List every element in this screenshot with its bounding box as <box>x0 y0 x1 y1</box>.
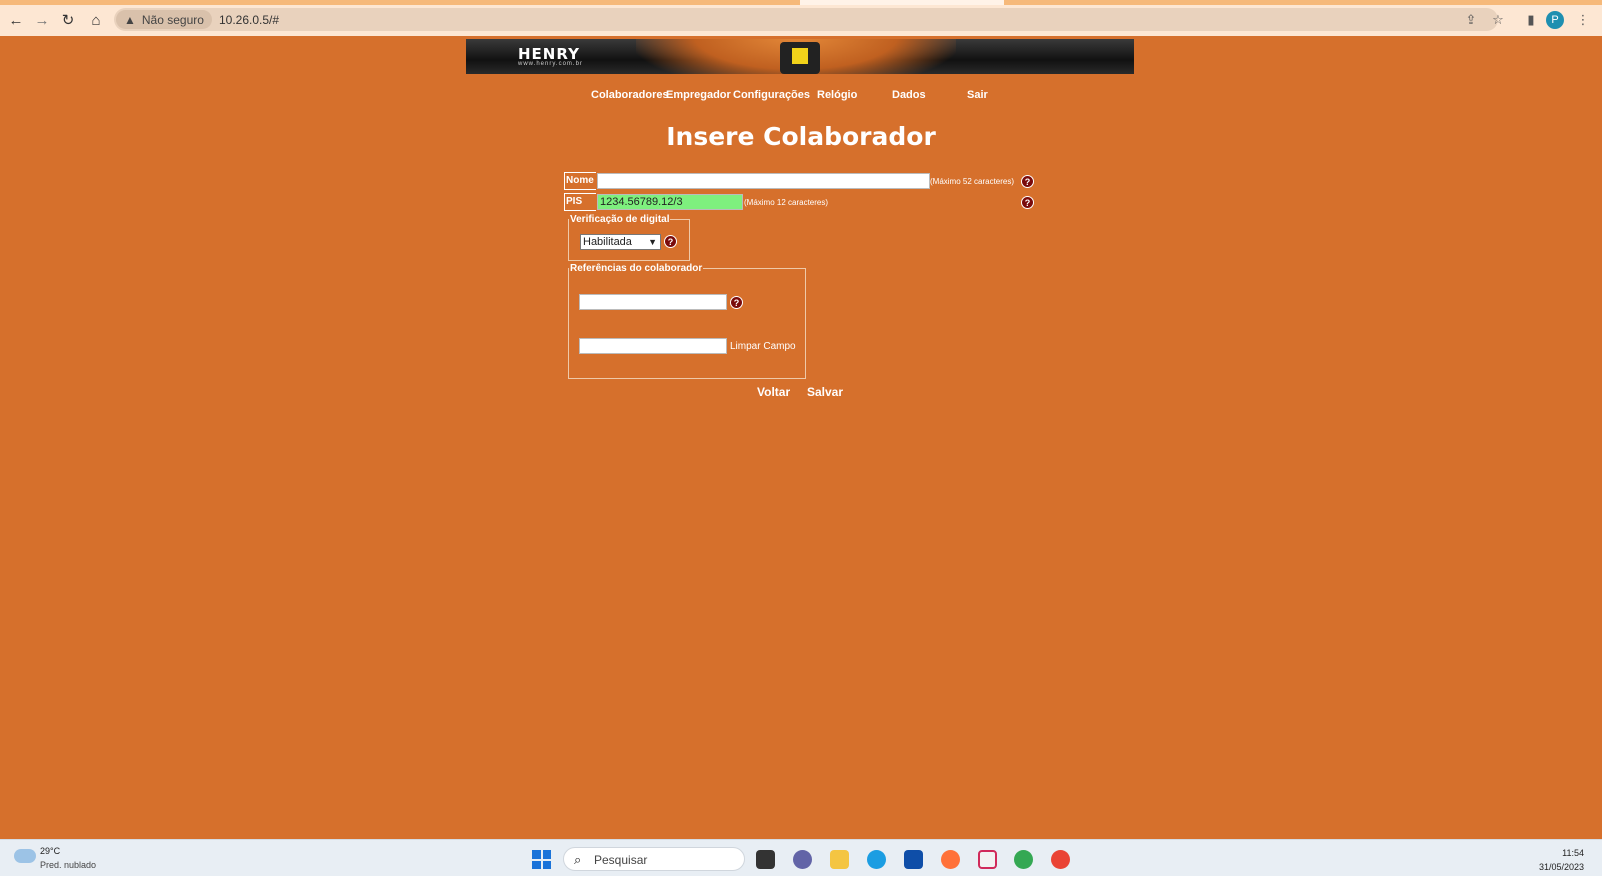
warning-icon: ▲ <box>124 12 136 27</box>
browser-toolbar: ← → ↻ ⌂ ▲ Não seguro 10.26.0.5/# ⇪ ☆ ▮ P… <box>0 0 1602 36</box>
referencia-input-1[interactable] <box>579 294 727 310</box>
reload-icon[interactable]: ↻ <box>58 10 78 30</box>
menu-colaboradores[interactable]: Colaboradores <box>591 89 669 101</box>
menu-dots-icon[interactable]: ⋮ <box>1574 11 1592 29</box>
weather-temp[interactable]: 29°C <box>40 846 60 856</box>
edge-icon[interactable] <box>867 850 886 869</box>
system-clock[interactable]: 11:54 31/05/2023 <box>1510 846 1584 874</box>
referencias-legend: Referências do colaborador <box>570 263 703 274</box>
pis-input[interactable] <box>597 194 743 210</box>
nome-help-icon[interactable]: ? <box>1021 175 1034 188</box>
star-icon[interactable]: ☆ <box>1489 11 1507 29</box>
chevron-down-icon: ▼ <box>648 237 657 247</box>
search-placeholder: Pesquisar <box>594 853 648 867</box>
referencia-help-icon[interactable]: ? <box>730 296 743 309</box>
snipping-tool-icon[interactable] <box>978 850 997 869</box>
security-chip[interactable]: ▲ Não seguro <box>116 10 212 29</box>
clock-date: 31/05/2023 <box>1538 862 1584 872</box>
referencias-fieldset: Referências do colaborador <box>568 263 806 379</box>
limpar-campo-link[interactable]: Limpar Campo <box>730 341 796 352</box>
share-icon[interactable]: ⇪ <box>1462 11 1480 29</box>
forward-arrow-icon[interactable]: → <box>32 10 52 30</box>
url-text[interactable]: 10.26.0.5/# <box>219 13 279 27</box>
pis-help-icon[interactable]: ? <box>1021 196 1034 209</box>
weather-desc[interactable]: Pred. nublado <box>40 860 96 870</box>
task-view-icon[interactable] <box>756 850 775 869</box>
verificacao-legend: Verificação de digital <box>570 214 670 225</box>
verificacao-selected: Habilitada <box>583 236 632 248</box>
pis-label: PIS <box>564 193 596 211</box>
taskbar-search[interactable]: ⌕ Pesquisar <box>563 847 745 871</box>
active-tab[interactable] <box>800 0 1004 5</box>
side-panel-icon[interactable]: ▮ <box>1522 11 1540 29</box>
device-image <box>780 42 820 74</box>
referencia-input-2[interactable] <box>579 338 727 354</box>
store-icon[interactable] <box>904 850 923 869</box>
nome-label: Nome <box>564 172 596 190</box>
windows-start-icon[interactable] <box>532 850 551 869</box>
teams-icon[interactable] <box>793 850 812 869</box>
profile-avatar[interactable]: P <box>1546 11 1564 29</box>
nome-input[interactable] <box>597 173 930 189</box>
menu-sair[interactable]: Sair <box>967 89 988 101</box>
verificacao-help-icon[interactable]: ? <box>664 235 677 248</box>
chrome-icon[interactable] <box>1014 850 1033 869</box>
page-title: Insere Colaborador <box>666 122 936 151</box>
menu-configuracoes[interactable]: Configurações <box>733 89 810 101</box>
firefox-icon[interactable] <box>941 850 960 869</box>
verificacao-select[interactable]: Habilitada ▼ <box>580 234 661 250</box>
file-explorer-icon[interactable] <box>830 850 849 869</box>
chrome-profile-icon[interactable] <box>1051 850 1070 869</box>
henry-site: www.henry.com.br <box>518 61 583 67</box>
main-menu: Colaboradores Empregador Configurações R… <box>585 89 995 105</box>
salvar-button[interactable]: Salvar <box>807 385 843 399</box>
voltar-button[interactable]: Voltar <box>757 385 790 399</box>
cloud-icon[interactable] <box>14 849 36 863</box>
menu-dados[interactable]: Dados <box>892 89 926 101</box>
search-icon: ⌕ <box>574 852 582 867</box>
clock-time: 11:54 <box>1562 848 1584 858</box>
nome-note: (Máximo 52 caracteres) <box>930 177 1015 186</box>
address-bar[interactable] <box>114 8 1498 31</box>
home-icon[interactable]: ⌂ <box>86 10 106 30</box>
menu-empregador[interactable]: Empregador <box>666 89 731 101</box>
henry-banner: HENRY www.henry.com.br <box>466 39 1134 74</box>
back-arrow-icon[interactable]: ← <box>6 10 26 30</box>
menu-relogio[interactable]: Relógio <box>817 89 857 101</box>
windows-taskbar: 29°C Pred. nublado ⌕ Pesquisar 11:54 31/… <box>0 839 1602 876</box>
security-label: Não seguro <box>141 12 204 27</box>
pis-note: (Máximo 12 caracteres) <box>744 198 829 207</box>
